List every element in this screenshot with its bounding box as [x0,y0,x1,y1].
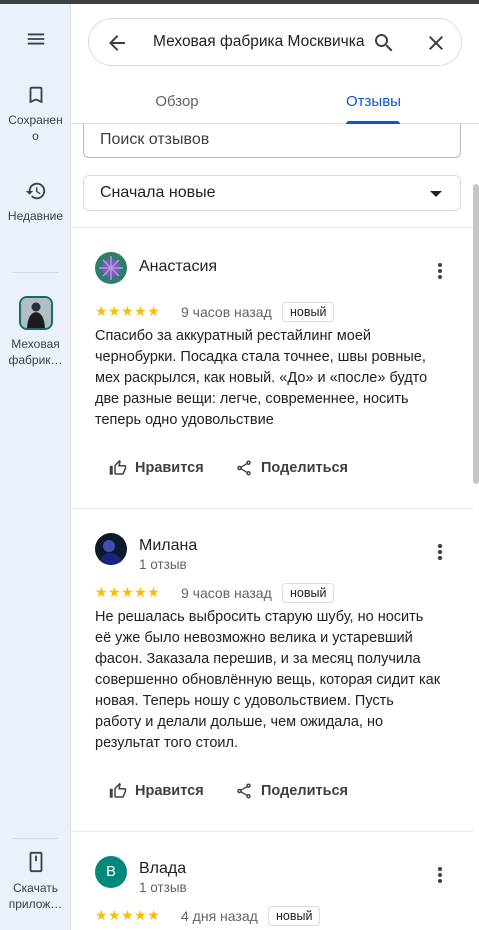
thumb-up-icon [109,782,127,798]
review-card: Анастасия ★★★★★ 9 часов назад новый Спас… [71,228,473,508]
place-panel: Меховая фабрика Москвичка Обзор Отзывы П… [71,4,479,930]
rail-divider-bottom [12,838,58,839]
person-photo-icon [20,298,51,328]
review-time: 9 часов назад [181,304,272,320]
history-icon [25,182,45,200]
search-box[interactable]: Меховая фабрика Москвичка [88,18,462,66]
thumb-up-icon [109,459,127,475]
saved-button[interactable]: Сохранено [0,84,71,144]
avatar-image [95,533,127,565]
star-rating: ★★★★★ [95,303,161,319]
like-button[interactable]: Нравится [109,452,209,484]
review-text: Спасибо за аккуратный рестайлинг моей че… [95,328,428,428]
review-author[interactable]: Анастасия [139,258,217,276]
share-button[interactable]: Поделиться [235,775,365,807]
avatar-letter: В [105,863,116,880]
review-card: Милана 1 отзыв ★★★★★ 9 часов назад новый… [71,509,473,831]
like-label: Нравится [135,783,204,799]
menu-button[interactable] [0,28,71,56]
place-thumbnail [18,296,53,330]
search-input[interactable]: Меховая фабрика Москвичка [153,19,373,65]
review-search-input[interactable]: Поиск отзывов [83,124,461,158]
share-icon [237,460,251,476]
review-text: Не решалась выбросить старую шубу, но но… [95,609,441,751]
sort-value: Сначала новые [100,184,216,201]
scrollbar[interactable] [473,184,479,484]
chevron-down-icon [430,191,442,197]
review-count: 1 отзыв [139,880,187,895]
rail-divider [12,272,58,273]
star-rating: ★★★★★ [95,907,161,923]
new-badge: новый [268,906,321,926]
tab-bar: Обзор Отзывы [71,86,479,124]
review-author[interactable]: Влада [139,860,186,878]
bookmark-icon [29,86,42,104]
star-rating: ★★★★★ [95,584,161,600]
like-button[interactable]: Нравится [109,775,209,807]
share-icon [237,783,251,799]
menu-icon [27,33,44,45]
close-icon[interactable] [424,31,448,55]
phone-icon [29,851,42,873]
new-badge: новый [282,302,335,322]
back-arrow-icon[interactable] [105,31,129,55]
download-app-button[interactable]: Скачать прилож… [0,850,71,912]
place-label: Меховая фабрик… [8,337,63,367]
more-vert-icon[interactable] [437,262,443,280]
share-label: Поделиться [261,783,349,799]
review-time: 9 часов назад [181,585,272,601]
avatar-image [95,252,127,284]
tab-reviews-label: Отзывы [346,93,401,110]
review-author[interactable]: Милана [139,537,197,555]
search-icon[interactable] [372,31,396,55]
recent-label: Недавние [7,209,64,223]
recent-place-button[interactable]: Меховая фабрик… [0,296,71,368]
more-vert-icon[interactable] [437,543,443,561]
reviews-list[interactable]: Поиск отзывов Сначала новые Анастасия ★★… [71,124,479,930]
sort-select[interactable]: Сначала новые [83,175,461,211]
new-badge: новый [282,583,335,603]
saved-label: Сохранено [8,113,63,143]
tab-overview[interactable]: Обзор [147,86,207,124]
avatar[interactable] [95,252,127,284]
like-label: Нравится [135,460,204,476]
download-label: Скачать прилож… [8,881,63,911]
more-vert-icon[interactable] [437,866,443,884]
tab-reviews[interactable]: Отзывы [346,86,401,124]
review-time: 4 дня назад [181,908,258,924]
review-count: 1 отзыв [139,557,187,572]
share-label: Поделиться [261,460,349,476]
share-button[interactable]: Поделиться [235,452,365,484]
avatar[interactable]: В [95,856,127,888]
review-card: В Влада 1 отзыв ★★★★★ 4 дня назад новый [71,832,473,930]
side-rail: Сохранено Недавние Меховая фабрик… Скача… [0,4,71,930]
recent-button[interactable]: Недавние [0,180,71,224]
avatar[interactable] [95,533,127,565]
